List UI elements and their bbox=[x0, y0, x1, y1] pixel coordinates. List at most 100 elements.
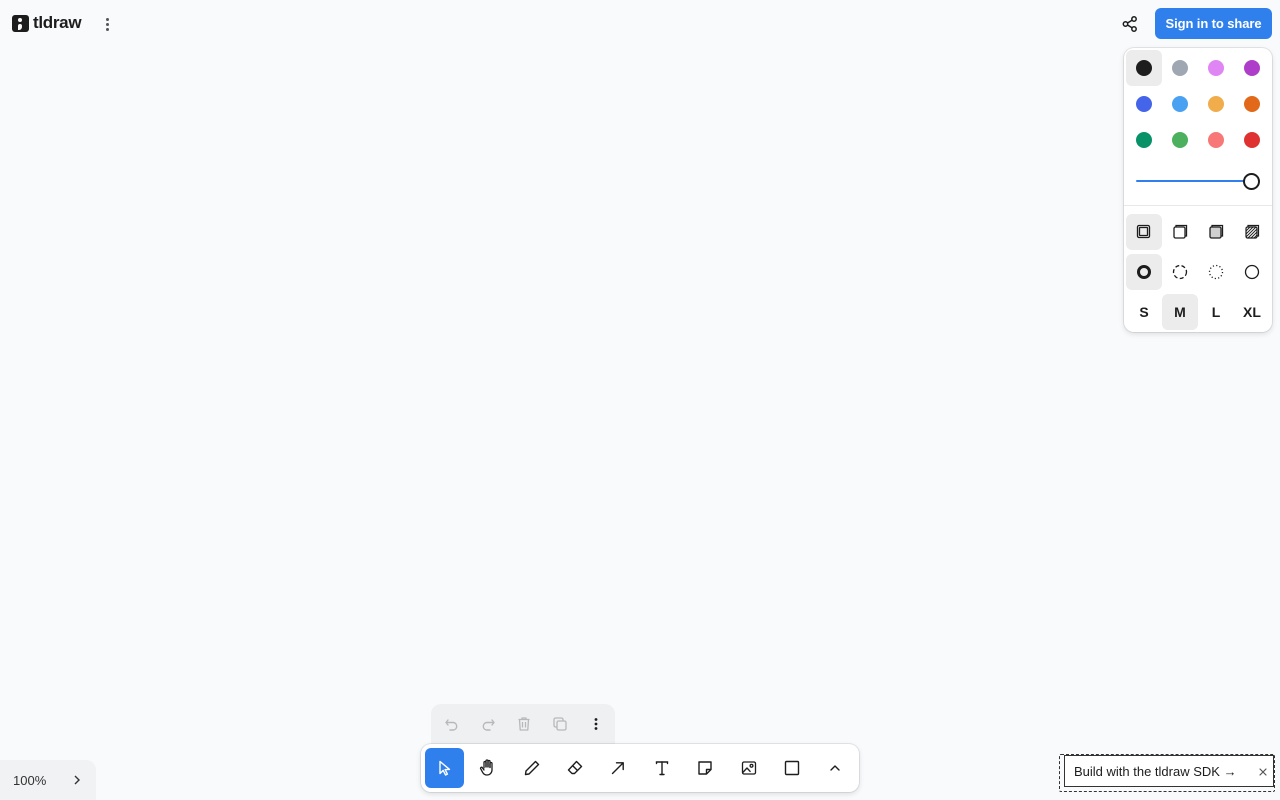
tool-hand[interactable] bbox=[468, 748, 507, 788]
color-dot bbox=[1172, 60, 1188, 76]
text-icon bbox=[655, 761, 668, 776]
color-dot bbox=[1244, 132, 1260, 148]
zoom-level[interactable]: 100% bbox=[13, 773, 46, 788]
size-label: S bbox=[1139, 304, 1149, 320]
undo-button[interactable] bbox=[434, 706, 470, 742]
color-swatch-violet[interactable] bbox=[1234, 50, 1270, 86]
dot bbox=[105, 27, 109, 31]
delete-button[interactable] bbox=[506, 706, 542, 742]
size-label: M bbox=[1174, 304, 1186, 320]
fill-style-row bbox=[1126, 214, 1270, 250]
color-swatch-red[interactable] bbox=[1234, 122, 1270, 158]
drawing-canvas[interactable] bbox=[0, 0, 1280, 800]
chevron-right-icon[interactable] bbox=[68, 772, 86, 788]
sdk-text: Build with the tldraw SDK → bbox=[1074, 763, 1237, 779]
chevron-up-icon bbox=[830, 765, 841, 771]
image-icon bbox=[741, 761, 756, 775]
size-button-xl[interactable]: XL bbox=[1234, 294, 1270, 330]
color-dot bbox=[1136, 132, 1152, 148]
arrow-icon bbox=[612, 762, 625, 775]
dash-solid-button[interactable] bbox=[1234, 254, 1270, 290]
color-swatch-light-red[interactable] bbox=[1198, 122, 1234, 158]
color-swatch-orange[interactable] bbox=[1234, 86, 1270, 122]
app-logo: tldraw bbox=[12, 13, 82, 33]
duplicate-icon bbox=[553, 717, 567, 731]
share-icon[interactable] bbox=[1120, 14, 1140, 34]
size-label: XL bbox=[1243, 304, 1261, 320]
color-dot bbox=[1172, 132, 1188, 148]
size-button-l[interactable]: L bbox=[1198, 294, 1234, 330]
color-dot bbox=[1208, 96, 1224, 112]
quick-actions-bar bbox=[431, 704, 615, 744]
dot bbox=[105, 17, 109, 21]
tool-draw[interactable] bbox=[512, 748, 551, 788]
color-swatch-light-blue[interactable] bbox=[1162, 86, 1198, 122]
main-toolbar bbox=[421, 744, 859, 792]
tool-rectangle[interactable] bbox=[772, 748, 811, 788]
eraser-icon bbox=[567, 760, 583, 775]
hand-icon bbox=[480, 759, 493, 776]
color-swatch-green[interactable] bbox=[1126, 122, 1162, 158]
color-swatches bbox=[1126, 50, 1270, 158]
zoom-menu: 100% bbox=[0, 760, 96, 800]
more-icon bbox=[594, 718, 598, 730]
opacity-slider-track bbox=[1136, 180, 1251, 182]
tool-text[interactable] bbox=[642, 748, 681, 788]
tool-more[interactable] bbox=[816, 748, 855, 788]
fill-none-icon bbox=[1136, 224, 1151, 239]
dot bbox=[105, 22, 109, 26]
dash-dashed-icon bbox=[1172, 264, 1188, 280]
tool-select[interactable] bbox=[425, 748, 465, 788]
fill-semi-button[interactable] bbox=[1162, 214, 1198, 250]
opacity-slider-thumb[interactable] bbox=[1243, 173, 1260, 190]
color-swatch-light-violet[interactable] bbox=[1198, 50, 1234, 86]
color-dot bbox=[1244, 96, 1260, 112]
color-dot bbox=[1208, 60, 1224, 76]
fill-pattern-button[interactable] bbox=[1234, 214, 1270, 250]
color-dot bbox=[1136, 96, 1152, 112]
opacity-slider[interactable] bbox=[1136, 172, 1260, 190]
tool-arrow[interactable] bbox=[599, 748, 638, 788]
dash-dotted-icon bbox=[1208, 264, 1224, 280]
sdk-banner: Build with the tldraw SDK → bbox=[1059, 754, 1275, 792]
size-label: L bbox=[1211, 304, 1221, 320]
color-swatch-light-green[interactable] bbox=[1162, 122, 1198, 158]
color-swatch-blue[interactable] bbox=[1126, 86, 1162, 122]
style-panel: S M L XL bbox=[1124, 48, 1272, 332]
color-dot bbox=[1136, 60, 1152, 76]
color-swatch-black[interactable] bbox=[1126, 50, 1162, 86]
color-dot bbox=[1244, 60, 1260, 76]
tool-note[interactable] bbox=[685, 748, 724, 788]
color-swatch-yellow[interactable] bbox=[1198, 86, 1234, 122]
cursor-icon bbox=[439, 760, 450, 776]
dash-dotted-button[interactable] bbox=[1198, 254, 1234, 290]
undo-icon bbox=[445, 719, 458, 731]
tool-eraser[interactable] bbox=[555, 748, 594, 788]
size-button-s[interactable]: S bbox=[1126, 294, 1162, 330]
dash-dashed-button[interactable] bbox=[1162, 254, 1198, 290]
fill-none-button[interactable] bbox=[1126, 214, 1162, 250]
size-button-m[interactable]: M bbox=[1162, 294, 1198, 330]
rectangle-icon bbox=[784, 760, 800, 776]
fill-solid-button[interactable] bbox=[1198, 214, 1234, 250]
fill-semi-icon bbox=[1173, 224, 1188, 239]
close-icon[interactable] bbox=[1257, 765, 1269, 777]
redo-button[interactable] bbox=[470, 706, 506, 742]
divider bbox=[1124, 205, 1272, 206]
main-menu-button[interactable] bbox=[98, 14, 116, 34]
dash-solid-icon bbox=[1244, 264, 1260, 280]
sign-in-button[interactable]: Sign in to share bbox=[1155, 8, 1272, 39]
more-actions-button[interactable] bbox=[578, 706, 614, 742]
dash-draw-button[interactable] bbox=[1126, 254, 1162, 290]
dash-style-row bbox=[1126, 254, 1270, 290]
fill-solid-icon bbox=[1209, 224, 1224, 239]
tldraw-logo-icon bbox=[12, 14, 29, 32]
color-swatch-grey[interactable] bbox=[1162, 50, 1198, 86]
tool-asset[interactable] bbox=[729, 748, 768, 788]
color-dot bbox=[1208, 132, 1224, 148]
duplicate-button[interactable] bbox=[542, 706, 578, 742]
pencil-icon bbox=[524, 760, 539, 776]
logo-text: tldraw bbox=[33, 13, 82, 32]
dash-draw-icon bbox=[1137, 265, 1151, 279]
sdk-link[interactable]: Build with the tldraw SDK → bbox=[1064, 755, 1274, 787]
